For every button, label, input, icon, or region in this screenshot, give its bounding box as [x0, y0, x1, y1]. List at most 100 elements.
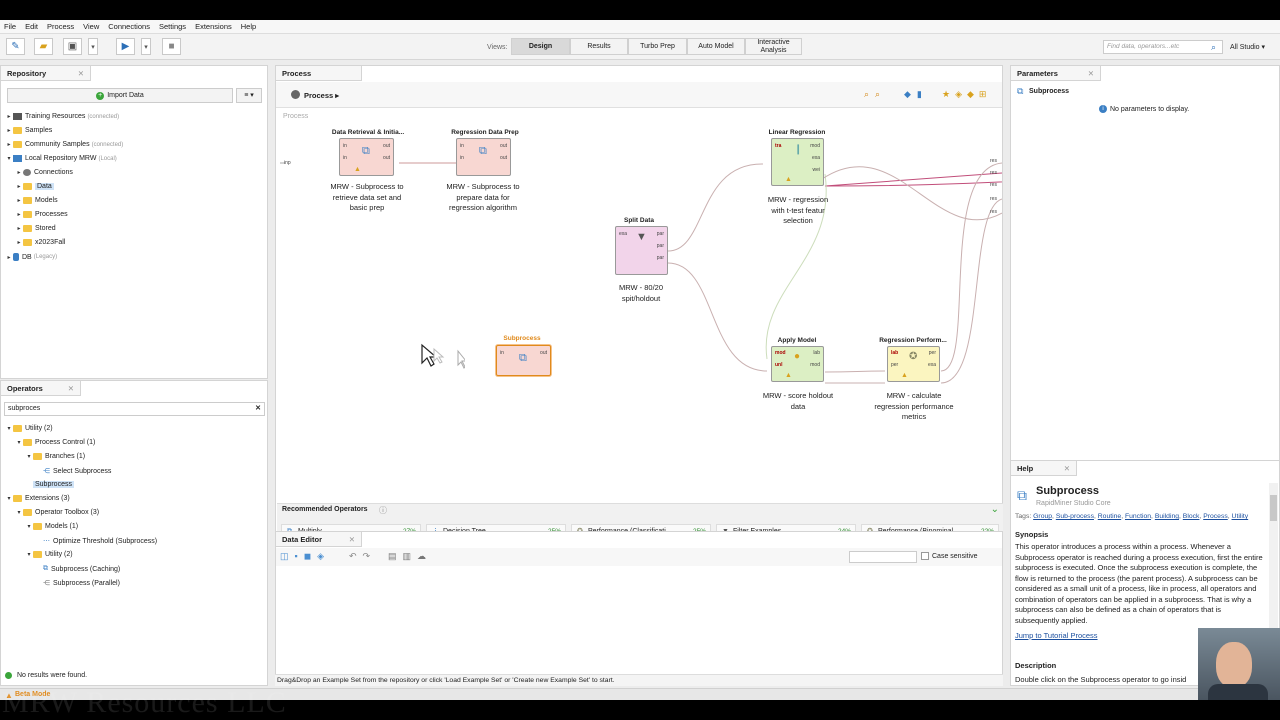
save-process-button[interactable]: ▣: [63, 38, 82, 55]
tree-item-x2023fall[interactable]: ▸ x2023Fall: [15, 239, 65, 246]
result-port-5[interactable]: res: [990, 209, 997, 215]
close-icon[interactable]: ✕: [78, 66, 84, 81]
editor-tool-icons[interactable]: ◫▪◼◈: [280, 551, 330, 562]
tree-item-samples[interactable]: ▸ Samples: [5, 127, 52, 134]
op-tree-models[interactable]: ▾ Models (1): [25, 523, 78, 530]
help-tab[interactable]: Help ✕: [1011, 461, 1077, 476]
tag-link[interactable]: Building: [1155, 513, 1179, 520]
data-editor-toolbar: ◫▪◼◈ ↶↷ ▤▥☁ Case sensitive: [276, 548, 1002, 566]
subprocess-icon: ⧉: [479, 145, 487, 157]
tree-item-data[interactable]: ▸ Data: [15, 183, 54, 190]
op-tree-operator-toolbox[interactable]: ▾ Operator Toolbox (3): [15, 509, 99, 516]
parameters-tab[interactable]: Parameters ✕: [1011, 66, 1101, 81]
undo-redo-icons[interactable]: ↶↷: [349, 551, 376, 562]
run-dropdown-button[interactable]: ▾: [141, 38, 151, 55]
result-port-2[interactable]: res: [990, 170, 997, 176]
op-tree-optimize-threshold[interactable]: ⋯ Optimize Threshold (Subprocess): [43, 537, 157, 546]
layout-icons[interactable]: ★◈◆⊞: [942, 89, 991, 100]
menu-help[interactable]: Help: [241, 22, 256, 31]
chevron-down-icon[interactable]: ⌄: [991, 504, 999, 515]
tag-link[interactable]: Block: [1183, 513, 1200, 520]
menu-extensions[interactable]: Extensions: [195, 22, 232, 31]
tag-link[interactable]: Routine: [1098, 513, 1121, 520]
tree-item-models[interactable]: ▸ Models: [15, 197, 58, 204]
tree-item-community-samples[interactable]: ▸ Community Samples (connected): [5, 141, 123, 148]
info-icon[interactable]: ⓘ: [379, 505, 387, 516]
close-icon[interactable]: ✕: [349, 532, 355, 547]
tag-link[interactable]: Sub-process: [1056, 513, 1094, 520]
tag-link[interactable]: Process: [1203, 513, 1228, 520]
close-icon[interactable]: ✕: [68, 381, 74, 396]
result-port-4[interactable]: res: [990, 196, 997, 202]
menu-settings[interactable]: Settings: [159, 22, 186, 31]
search-icon[interactable]: ⌕: [1211, 42, 1216, 53]
tree-item-local-repository[interactable]: ▾ Local Repository MRW (Local): [5, 155, 117, 162]
data-editor-tab[interactable]: Data Editor ✕: [276, 532, 362, 547]
tag-link[interactable]: Utility: [1232, 513, 1249, 520]
canvas-tool-icons[interactable]: ◆▮: [904, 89, 928, 100]
op-tree-branches[interactable]: ▾ Branches (1): [25, 453, 85, 460]
global-search-input[interactable]: Find data, operators...etc: [1103, 40, 1223, 54]
operator-data-retrieval[interactable]: in in out out ⧉ ▲: [339, 138, 394, 176]
tag-link[interactable]: Function: [1125, 513, 1151, 520]
help-operator-name: Subprocess: [1036, 485, 1099, 497]
breadcrumb[interactable]: Process ▸: [304, 91, 339, 100]
tree-note: (connected): [87, 113, 120, 120]
operator-apply-model[interactable]: mod unl lab mod ● ▲: [771, 346, 824, 382]
tag-link[interactable]: Group: [1033, 513, 1052, 520]
menu-process[interactable]: Process: [47, 22, 74, 31]
op-tree-select-subprocess[interactable]: ⋲ Select Subprocess: [43, 467, 111, 476]
open-process-button[interactable]: ▰: [34, 38, 53, 55]
repository-menu-button[interactable]: ≡ ▾: [236, 88, 262, 103]
operators-tab[interactable]: Operators ✕: [1, 381, 81, 396]
clear-icon[interactable]: ✕: [255, 403, 261, 415]
op-tree-utility-2[interactable]: ▾ Utility (2): [25, 551, 73, 558]
operator-regression-performance[interactable]: lab per per exa ✪ ▲: [887, 346, 940, 382]
close-icon[interactable]: ✕: [1088, 66, 1094, 81]
op-tree-utility[interactable]: ▾ Utility (2): [5, 425, 53, 432]
tree-item-connections[interactable]: ▸ Connections: [15, 169, 73, 176]
stop-process-button[interactable]: ■: [162, 38, 181, 55]
op-tree-subprocess-parallel[interactable]: ⋲ Subprocess (Parallel): [43, 579, 120, 588]
result-port-1[interactable]: res: [990, 158, 997, 164]
gauge-icon: ✪: [909, 351, 918, 362]
view-tab-auto-model[interactable]: Auto Model: [687, 38, 745, 55]
case-sensitive-checkbox[interactable]: [921, 552, 929, 560]
process-tab[interactable]: Process: [276, 66, 362, 81]
operator-regression-data-prep[interactable]: in in out out ⧉: [456, 138, 511, 176]
op-tree-process-control[interactable]: ▾ Process Control (1): [15, 439, 95, 446]
menu-view[interactable]: View: [83, 22, 99, 31]
save-dropdown-button[interactable]: ▾: [88, 38, 98, 55]
tree-item-training-resources[interactable]: ▸ Training Resources (connected): [5, 113, 119, 120]
data-editor-search-input[interactable]: [849, 551, 917, 563]
result-port-3[interactable]: res: [990, 182, 997, 188]
tree-item-processes[interactable]: ▸ Processes: [15, 211, 68, 218]
view-tab-turbo-prep[interactable]: Turbo Prep: [628, 38, 687, 55]
operator-linear-regression[interactable]: tra mod exa wei ❙ ▲: [771, 138, 824, 186]
view-tab-design[interactable]: Design: [511, 38, 570, 55]
new-process-button[interactable]: ✎: [6, 38, 25, 55]
table-tool-icons[interactable]: ▤▥☁: [388, 551, 432, 562]
tree-item-db[interactable]: ▸ DB (Legacy): [5, 253, 57, 261]
import-data-button[interactable]: + Import Data: [7, 88, 233, 103]
process-canvas[interactable]: Process inp res res res res res Data Ret…: [277, 109, 1002, 502]
run-process-button[interactable]: ▶: [116, 38, 135, 55]
view-tab-results[interactable]: Results: [570, 38, 628, 55]
search-scope-select[interactable]: All Studio ▾: [1230, 43, 1265, 51]
view-tab-interactive-analysis[interactable]: Interactive Analysis: [745, 38, 802, 55]
operator-split-data[interactable]: exa par par par ▼: [615, 226, 668, 275]
tutorial-link[interactable]: Jump to Tutorial Process: [1015, 631, 1098, 640]
menu-edit[interactable]: Edit: [25, 22, 38, 31]
op-tree-subprocess-caching[interactable]: ⧉ Subprocess (Caching): [43, 565, 120, 573]
scrollbar-thumb[interactable]: [1270, 495, 1277, 521]
tree-item-stored[interactable]: ▸ Stored: [15, 225, 56, 232]
close-icon[interactable]: ✕: [1064, 461, 1070, 476]
menu-file[interactable]: File: [4, 22, 16, 31]
operator-subprocess[interactable]: in out ⧉: [496, 345, 551, 376]
op-tree-subprocess[interactable]: Subprocess: [33, 481, 74, 488]
menu-connections[interactable]: Connections: [108, 22, 150, 31]
op-tree-extensions[interactable]: ▾ Extensions (3): [5, 495, 70, 502]
operator-search-input[interactable]: subproces ✕: [4, 402, 265, 416]
zoom-icons[interactable]: ⌕⌕: [864, 89, 886, 100]
repository-tab[interactable]: Repository ✕: [1, 66, 91, 81]
